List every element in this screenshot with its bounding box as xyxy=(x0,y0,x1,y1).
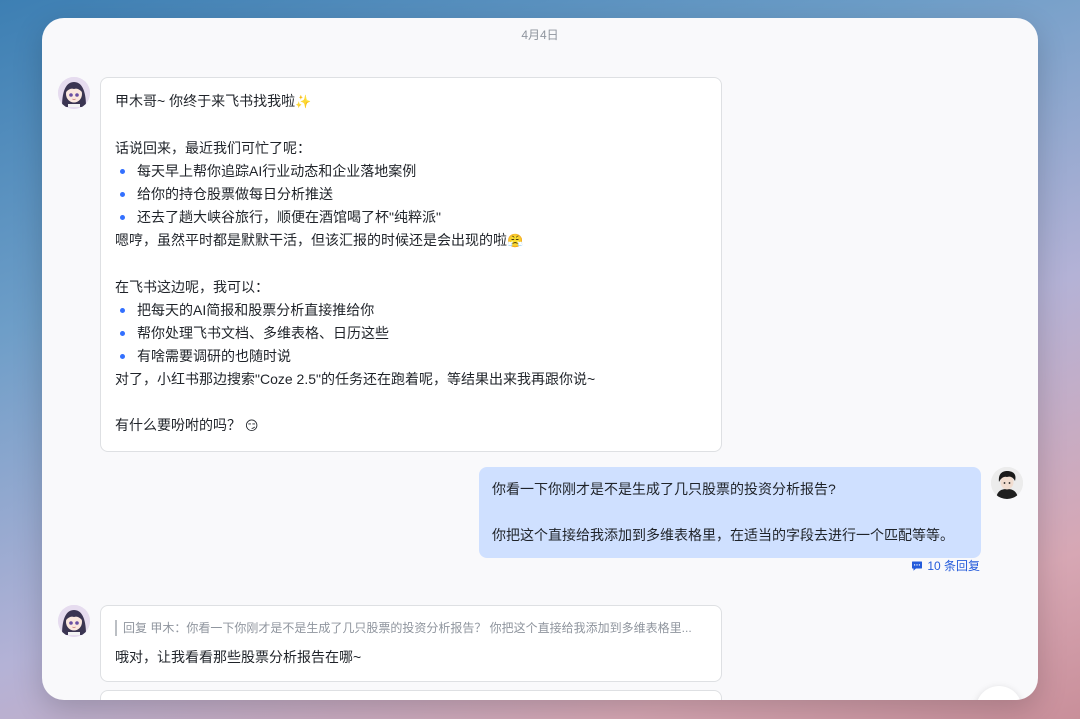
bullet-dot-icon xyxy=(120,192,125,197)
user-message-bubble: 你看一下你刚才是不是生成了几只股票的投资分析报告? 你把这个直接给我添加到多维表… xyxy=(479,467,981,558)
list-item: 帮你处理飞书文档、多维表格、日历这些 xyxy=(115,322,707,345)
bot-avatar[interactable] xyxy=(58,605,90,637)
list-item: 有啥需要调研的也随时说 xyxy=(115,345,707,368)
bot-reply-bubble: 回复 甲木：你看一下你刚才是不是生成了几只股票的投资分析报告？ 你把这个直接给我… xyxy=(100,605,722,682)
reply-count-label: 10 条回复 xyxy=(927,559,980,573)
bot-message-bubble: 甲木哥~ 你终于来飞书找我啦✨ 话说回来，最近我们可忙了呢： 每天早上帮你追踪A… xyxy=(100,77,722,452)
bullet-list: 每天早上帮你追踪AI行业动态和企业落地案例 给你的持仓股票做每日分析推送 还去了… xyxy=(115,160,707,229)
comment-icon xyxy=(912,561,923,571)
scroll-to-bottom-button[interactable] xyxy=(976,686,1022,700)
message-text: 你把这个直接给我添加到多维表格里，在适当的字段去进行一个匹配等等。 xyxy=(492,527,954,543)
user-avatar[interactable] xyxy=(991,467,1023,499)
bullet-dot-icon xyxy=(120,354,125,359)
anime-girl-avatar-icon xyxy=(58,605,90,637)
bullet-dot-icon xyxy=(120,215,125,220)
message-text: 话说回来，最近我们可忙了呢： xyxy=(115,140,311,156)
message-text: 有什么要吩咐的吗？ xyxy=(115,417,241,433)
smirk-face-icon: 😏 xyxy=(244,419,259,434)
sparkles-icon: ✨ xyxy=(295,95,312,110)
date-separator: 4月4日 xyxy=(521,28,559,42)
message-text: 你看一下你刚才是不是生成了几只股票的投资分析报告? xyxy=(492,481,836,497)
message-text: 甲木哥~ 你终于来飞书找我啦 xyxy=(115,93,296,109)
message-text: 嗯哼，虽然平时都是默默干活，但该汇报的时候还是会出现的啦 xyxy=(115,232,507,248)
message-text: 在飞书这边呢，我可以： xyxy=(115,279,269,295)
list-item: 还去了趟大峡谷旅行，顺便在酒馆喝了杯"纯粹派" xyxy=(115,206,707,229)
bullet-list: 把每天的AI简报和股票分析直接推给你 帮你处理飞书文档、多维表格、日历这些 有啥… xyxy=(115,299,707,368)
chat-window: 4月4日 甲木哥~ 你终于来飞书找我啦✨ 话说回来，最近我们可忙了呢： 每天早上… xyxy=(42,18,1038,700)
next-message-bubble xyxy=(100,690,722,700)
bullet-dot-icon xyxy=(120,331,125,336)
user-portrait-icon xyxy=(991,467,1023,499)
bullet-dot-icon xyxy=(120,169,125,174)
list-item: 每天早上帮你追踪AI行业动态和企业落地案例 xyxy=(115,160,707,183)
huffing-face-icon: 😤 xyxy=(507,234,524,249)
reply-quote[interactable]: 回复 甲木：你看一下你刚才是不是生成了几只股票的投资分析报告？ 你把这个直接给我… xyxy=(115,620,707,636)
bot-avatar[interactable] xyxy=(58,77,90,109)
anime-girl-avatar-icon xyxy=(58,77,90,109)
thread-reply-count-link[interactable]: 10 条回复 xyxy=(911,557,980,574)
message-text: 哦对，让我看看那些股票分析报告在哪~ xyxy=(115,649,362,665)
message-text: 对了，小红书那边搜索"Coze 2.5"的任务还在跑着呢，等结果出来我再跟你说~ xyxy=(115,371,596,387)
list-item: 给你的持仓股票做每日分析推送 xyxy=(115,183,707,206)
list-item: 把每天的AI简报和股票分析直接推给你 xyxy=(115,299,707,322)
bullet-dot-icon xyxy=(120,308,125,313)
